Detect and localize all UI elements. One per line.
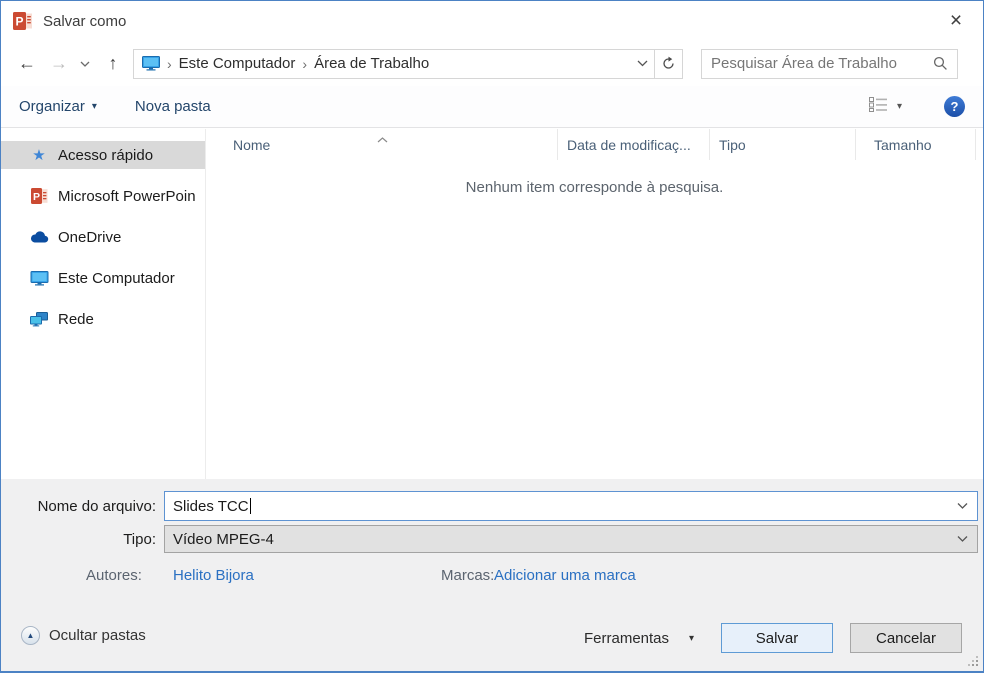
- organize-label: Organizar: [19, 98, 85, 115]
- address-bar[interactable]: › Este Computador › Área de Trabalho: [133, 48, 683, 79]
- help-icon[interactable]: ?: [944, 96, 965, 117]
- star-icon: ★: [32, 147, 46, 164]
- column-header-tipo[interactable]: Tipo: [710, 129, 856, 160]
- bottom-panel: Nome do arquivo: Slides TCC Tipo: Vídeo …: [1, 479, 983, 671]
- empty-search-message: Nenhum item corresponde à pesquisa.: [465, 179, 724, 196]
- authors-value-link[interactable]: Helito Bijora: [173, 567, 254, 584]
- column-header-data-modificacao[interactable]: Data de modificaç...: [558, 129, 710, 160]
- filetype-value: Vídeo MPEG-4: [173, 530, 274, 548]
- new-folder-label: Nova pasta: [134, 98, 211, 115]
- filename-label: Nome do arquivo:: [37, 498, 156, 515]
- forward-icon: →: [50, 53, 68, 73]
- sort-ascending-icon: [377, 130, 388, 146]
- back-icon[interactable]: ←: [15, 53, 39, 74]
- dialog-title: Salvar como: [43, 12, 127, 30]
- filename-dropdown-chevron-icon[interactable]: [957, 503, 968, 510]
- authors-label: Autores:: [86, 567, 142, 584]
- navigation-sidebar: ★ Acesso rápido P Microsoft PowerPoin On…: [1, 129, 206, 479]
- tags-label: Marcas:: [441, 567, 495, 584]
- command-toolbar: Organizar ▾ Nova pasta ▾ ?: [1, 86, 983, 128]
- filetype-dropdown-chevron-icon[interactable]: [957, 536, 968, 543]
- powerpoint-icon: P: [29, 188, 49, 204]
- sidebar-item-label: Este Computador: [58, 269, 175, 287]
- sidebar-item-label: Microsoft PowerPoin: [58, 187, 196, 205]
- hide-folders-label: Ocultar pastas: [49, 627, 146, 644]
- resize-grip[interactable]: [976, 664, 978, 666]
- close-icon[interactable]: ×: [941, 7, 971, 35]
- hide-folders-button[interactable]: ▲ Ocultar pastas: [21, 626, 146, 645]
- column-headers: Nome Data de modificaç... Tipo Tamanho: [206, 129, 983, 160]
- column-header-nome[interactable]: Nome: [206, 129, 558, 160]
- organize-button[interactable]: Organizar ▾: [19, 98, 97, 115]
- svg-text:P: P: [15, 15, 23, 29]
- sidebar-item-label: Rede: [58, 310, 94, 328]
- filetype-label: Tipo:: [123, 531, 156, 548]
- column-header-tamanho[interactable]: Tamanho: [856, 129, 976, 160]
- save-as-dialog: P Salvar como × ← → ↑ › Este Computador …: [0, 0, 984, 673]
- onedrive-cloud-icon: [29, 231, 49, 243]
- view-details-icon[interactable]: [868, 96, 888, 117]
- file-list-area[interactable]: Nome Data de modificaç... Tipo Tamanho N…: [206, 129, 983, 479]
- breadcrumb-separator: ›: [167, 55, 172, 72]
- title-bar: P Salvar como ×: [1, 1, 983, 41]
- search-box[interactable]: [701, 48, 958, 79]
- new-folder-button[interactable]: Nova pasta: [135, 98, 211, 115]
- computer-icon: [142, 56, 160, 71]
- navigation-bar: ← → ↑ › Este Computador › Área de Trabal…: [1, 41, 983, 86]
- cancel-button[interactable]: Cancelar: [850, 623, 962, 653]
- network-icon: [29, 311, 49, 327]
- save-button[interactable]: Salvar: [721, 623, 833, 653]
- filename-value: Slides TCC: [173, 497, 249, 515]
- tools-caret-icon[interactable]: ▾: [689, 623, 694, 653]
- search-input[interactable]: [702, 55, 933, 72]
- sidebar-item-onedrive[interactable]: OneDrive: [1, 223, 205, 251]
- search-icon[interactable]: [933, 56, 948, 71]
- up-icon[interactable]: ↑: [101, 53, 125, 74]
- dialog-body: ★ Acesso rápido P Microsoft PowerPoin On…: [1, 129, 983, 479]
- recent-locations-chevron-icon[interactable]: [77, 61, 93, 67]
- filename-input[interactable]: Slides TCC: [164, 491, 978, 521]
- sidebar-item-este-computador[interactable]: Este Computador: [1, 264, 205, 292]
- breadcrumb-item-este-computador[interactable]: Este Computador: [179, 55, 296, 72]
- breadcrumb-item-area-de-trabalho[interactable]: Área de Trabalho: [314, 55, 429, 72]
- column-header-label: Tipo: [719, 136, 746, 153]
- column-header-label: Tamanho: [874, 136, 932, 153]
- column-header-label: Data de modificaç...: [567, 136, 691, 153]
- organize-caret-icon: ▾: [91, 101, 97, 112]
- filetype-select[interactable]: Vídeo MPEG-4: [164, 525, 978, 553]
- refresh-icon[interactable]: [655, 50, 682, 78]
- add-tag-link[interactable]: Adicionar uma marca: [494, 567, 636, 584]
- sidebar-item-acesso-rapido[interactable]: ★ Acesso rápido: [1, 141, 205, 169]
- computer-icon: [29, 270, 49, 286]
- tools-label: Ferramentas: [584, 629, 670, 647]
- powerpoint-app-icon: P: [13, 12, 32, 30]
- sidebar-item-label: OneDrive: [58, 228, 122, 246]
- view-options-caret-icon[interactable]: ▾: [897, 101, 902, 112]
- toolbar-right-group: ▾ ?: [868, 96, 965, 117]
- tools-button[interactable]: Ferramentas: [584, 623, 669, 653]
- svg-text:P: P: [32, 191, 39, 203]
- triangle-up-icon: ▲: [26, 630, 35, 640]
- breadcrumb-separator: ›: [302, 55, 308, 72]
- text-caret: [249, 498, 251, 514]
- sidebar-item-label: Acesso rápido: [58, 146, 154, 164]
- column-header-label: Nome: [233, 136, 271, 153]
- sidebar-item-rede[interactable]: Rede: [1, 305, 205, 333]
- collapse-circle-icon: ▲: [21, 626, 40, 645]
- address-dropdown-chevron-icon[interactable]: [630, 50, 654, 78]
- sidebar-item-microsoft-powerpoint[interactable]: P Microsoft PowerPoin: [1, 182, 205, 210]
